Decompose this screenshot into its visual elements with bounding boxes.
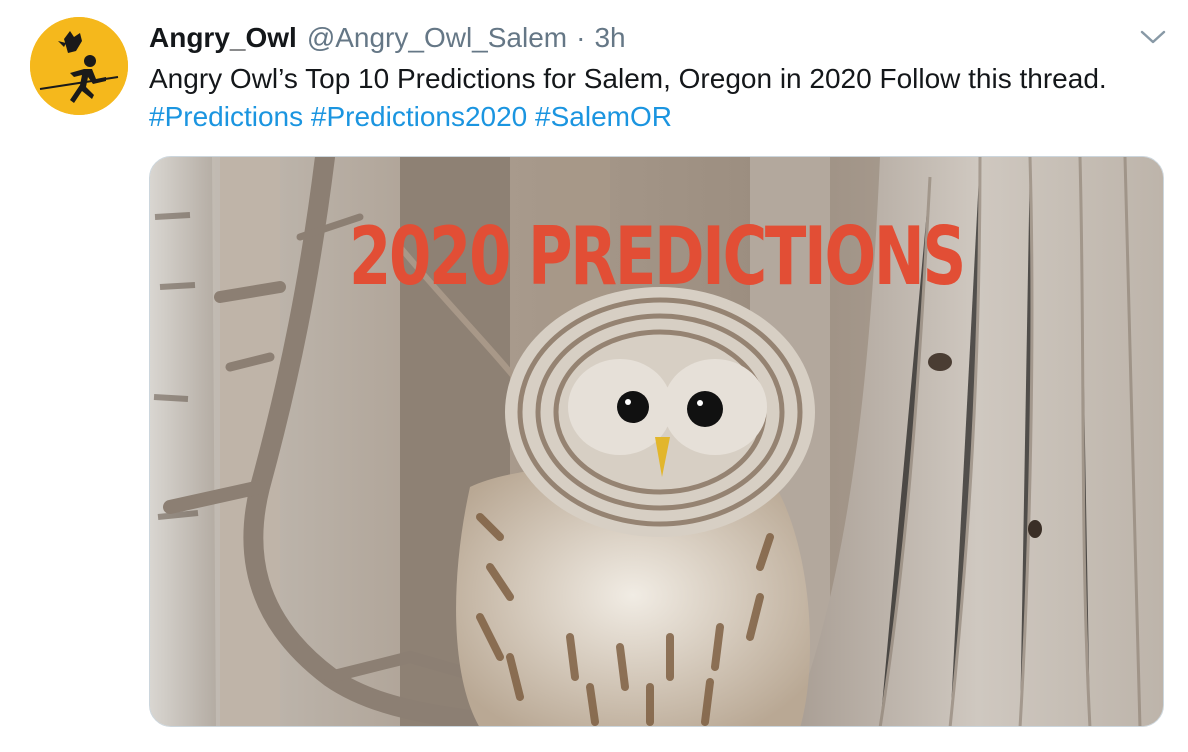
hashtag-salemor[interactable]: #SalemOR — [535, 101, 672, 132]
tweet-text: Angry Owl’s Top 10 Predictions for Salem… — [149, 60, 1139, 136]
tweet-image[interactable]: 2020 PREDICTIONS — [149, 156, 1164, 727]
owl-runner-logo-icon — [30, 17, 128, 115]
avatar[interactable] — [30, 17, 128, 115]
hashtag-predictions2020[interactable]: #Predictions2020 — [311, 101, 527, 132]
separator-dot: · — [576, 22, 586, 53]
tweet-header: Angry_Owl @Angry_Owl_Salem · 3h — [149, 20, 626, 56]
author-name[interactable]: Angry_Owl — [149, 20, 297, 56]
tweet-timestamp[interactable]: 3h — [594, 20, 625, 56]
author-handle[interactable]: @Angry_Owl_Salem — [307, 20, 567, 56]
image-overlay-text: 2020 PREDICTIONS — [349, 210, 966, 303]
chevron-down-icon — [1140, 30, 1166, 44]
tweet-body: Angry Owl’s Top 10 Predictions for Salem… — [149, 63, 1107, 94]
hashtag-predictions[interactable]: #Predictions — [149, 101, 303, 132]
tweet-menu-button[interactable] — [1140, 28, 1166, 46]
